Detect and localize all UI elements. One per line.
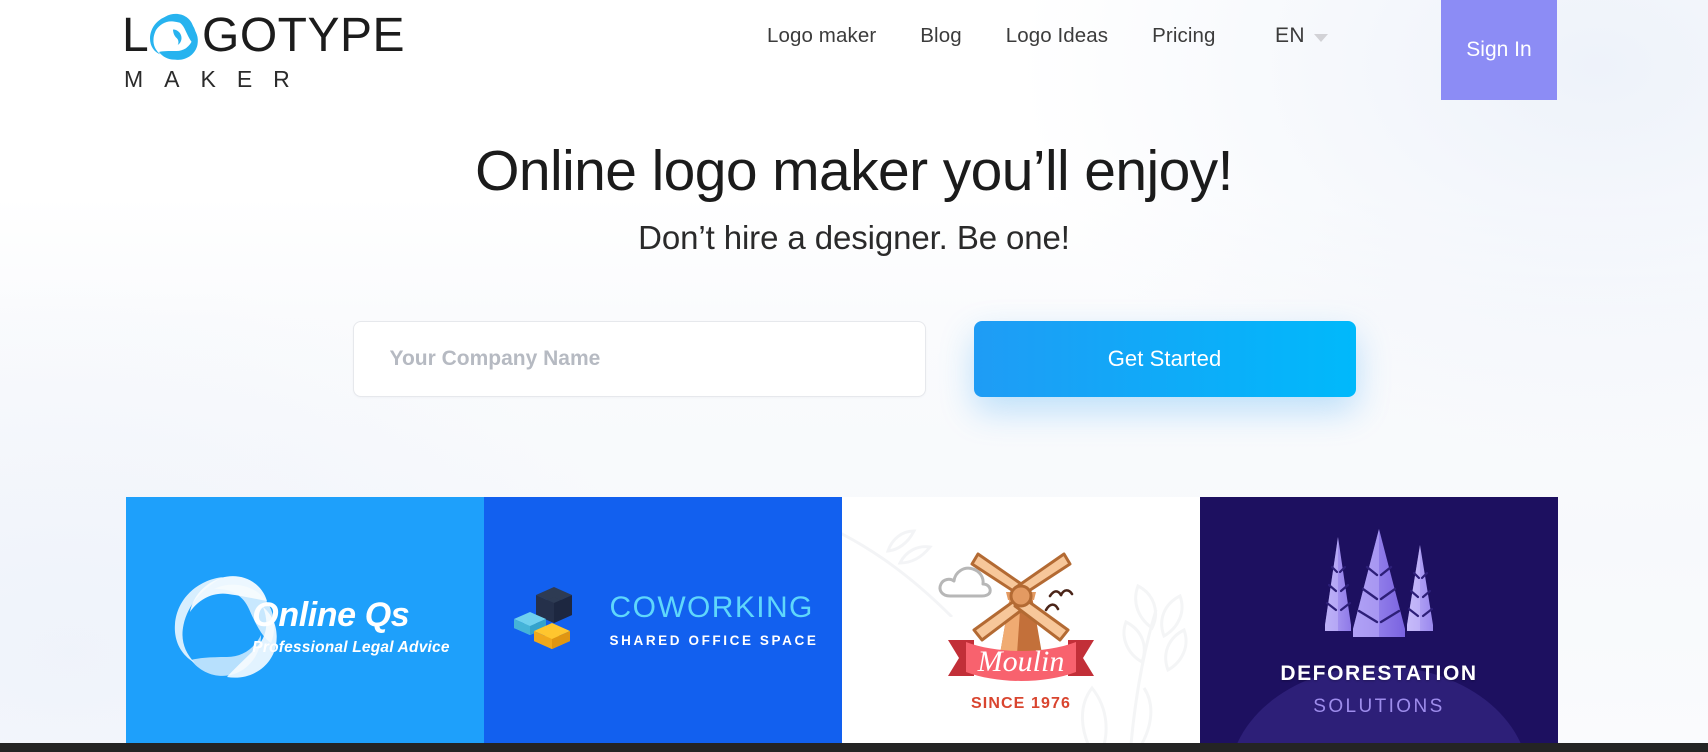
card-title: COWORKING	[609, 591, 814, 624]
logo-card-moulin[interactable]: Moulin SINCE 1976	[842, 497, 1200, 744]
page-root: L GOTYPE MAKER Logo maker Blog Logo Idea…	[0, 0, 1708, 752]
logo-card-deforestation[interactable]: DEFORESTATION SOLUTIONS	[1200, 497, 1558, 744]
svg-text:GOTYPE: GOTYPE	[202, 9, 404, 62]
main-navigation: Logo maker Blog Logo Ideas Pricing	[745, 24, 1238, 48]
card-subtitle: SOLUTIONS	[1313, 696, 1445, 717]
card-text-group: COWORKING SHARED OFFICE SPACE	[609, 591, 819, 649]
card-title: DEFORESTATION	[1280, 662, 1478, 685]
card-text-group: Online Qs Professional Legal Advice	[252, 598, 449, 657]
page-title: Online logo maker you’ll enjoy!	[475, 139, 1233, 203]
nav-logo-maker[interactable]: Logo maker	[745, 24, 898, 48]
logo-examples-gallery: Online Qs Professional Legal Advice COWO…	[126, 497, 1558, 744]
language-selector[interactable]: EN	[1275, 24, 1328, 48]
cta-row: Get Started	[0, 320, 1708, 397]
nav-pricing[interactable]: Pricing	[1130, 24, 1237, 48]
company-name-input[interactable]	[352, 320, 926, 397]
logo-logotype-maker[interactable]: L GOTYPE MAKER	[122, 8, 404, 92]
language-label: EN	[1275, 24, 1305, 47]
card-subtitle: Professional Legal Advice	[252, 639, 450, 656]
hero-section: Online logo maker you’ll enjoy! Don’t hi…	[0, 139, 1708, 257]
swirl-icon	[150, 13, 198, 60]
stacked-cubes-icon	[513, 586, 572, 649]
pine-trees-icon	[1324, 529, 1434, 637]
get-started-button[interactable]: Get Started	[973, 320, 1356, 397]
nav-blog[interactable]: Blog	[898, 24, 983, 48]
bottom-bar	[0, 743, 1708, 752]
page-subtitle: Don’t hire a designer. Be one!	[638, 218, 1070, 256]
svg-text:L: L	[122, 9, 150, 62]
logo-card-online-qs[interactable]: Online Qs Professional Legal Advice	[126, 497, 484, 744]
chevron-down-icon	[1313, 33, 1328, 42]
site-header: L GOTYPE MAKER Logo maker Blog Logo Idea…	[0, 0, 1708, 100]
logo-card-coworking[interactable]: COWORKING SHARED OFFICE SPACE	[484, 497, 842, 744]
logo-svg: L GOTYPE MAKER	[122, 9, 404, 92]
leaf-watermark-icon	[842, 529, 954, 617]
card-title: Online Qs	[252, 596, 410, 634]
sign-in-button[interactable]: Sign In	[1441, 0, 1557, 100]
card-subtitle: SHARED OFFICE SPACE	[609, 633, 819, 648]
leaf-watermark-icon	[1080, 583, 1188, 744]
svg-text:MAKER: MAKER	[124, 66, 311, 92]
nav-logo-ideas[interactable]: Logo Ideas	[984, 24, 1130, 48]
